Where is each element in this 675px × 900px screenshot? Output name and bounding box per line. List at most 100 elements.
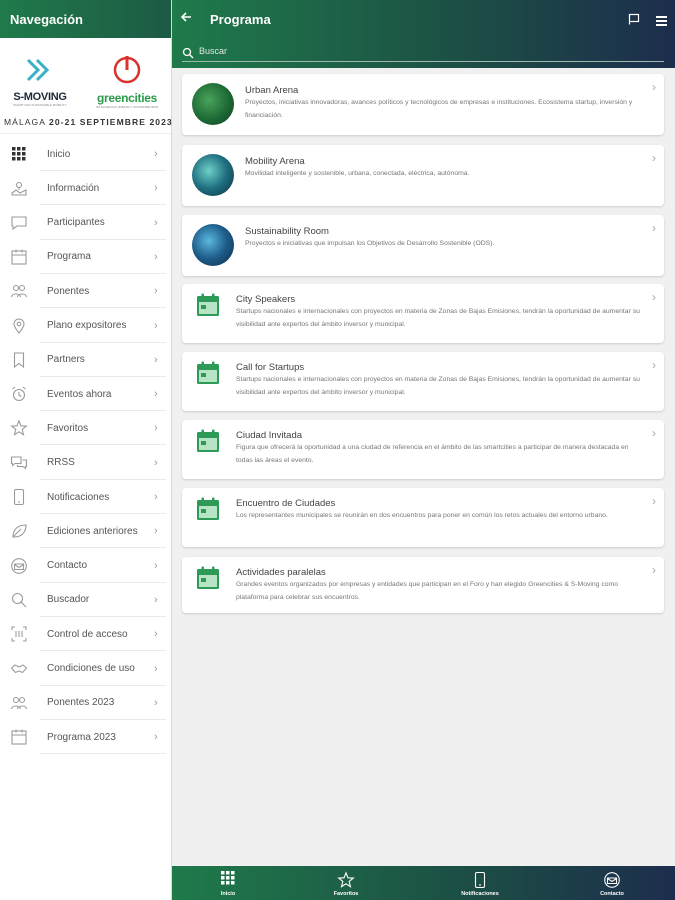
navigation-drawer: Navegación S-MOVING SMART AND SUSTAINABL… bbox=[0, 0, 172, 900]
event-dates: 20-21 SEPTIEMBRE 2023 bbox=[49, 117, 173, 127]
greencities-tagline: INTELIGENCIA URBANA Y SOSTENIBILIDAD bbox=[95, 105, 159, 109]
sidebar-item-plano-expositores[interactable]: Plano expositores › bbox=[0, 309, 170, 343]
grid-icon bbox=[218, 871, 238, 889]
bottom-navigation: Inicio Favoritos Notificaciones Contacto bbox=[172, 866, 675, 900]
sidebar-item-ediciones-anteriores[interactable]: Ediciones anteriores › bbox=[0, 514, 170, 549]
chevron-right-icon: › bbox=[154, 593, 158, 606]
sidebar-item-programa[interactable]: Programa › bbox=[0, 240, 170, 274]
sidebar-item-notificaciones[interactable]: Notificaciones › bbox=[0, 480, 170, 514]
people-icon bbox=[9, 693, 29, 713]
chevron-right-icon: › bbox=[154, 559, 158, 572]
event-date: MÁLAGA 20-21 SEPTIEMBRE 2023 bbox=[4, 117, 173, 127]
chevron-right-icon: › bbox=[154, 285, 158, 298]
grid-icon bbox=[9, 144, 29, 164]
sidebar-item-participantes[interactable]: Participantes › bbox=[0, 206, 170, 240]
location-pin-icon bbox=[9, 316, 29, 336]
sidebar-item-label: Inicio bbox=[47, 148, 71, 160]
mail-icon bbox=[602, 871, 622, 889]
search-input[interactable] bbox=[199, 46, 659, 56]
bottom-nav-notificaciones[interactable]: Notificaciones bbox=[430, 866, 530, 900]
search-bar[interactable] bbox=[182, 44, 664, 62]
bottom-nav-label: Inicio bbox=[220, 891, 236, 897]
calendar-icon bbox=[9, 247, 29, 267]
card-title: Call for Startups bbox=[236, 362, 305, 373]
chevron-right-icon: › bbox=[154, 216, 158, 229]
card-title: Sustainability Room bbox=[245, 226, 329, 237]
phone-icon bbox=[9, 487, 29, 507]
sidebar-item-control-de-acceso[interactable]: Control de acceso › bbox=[0, 617, 170, 652]
chevron-right-icon: › bbox=[652, 426, 656, 440]
program-card[interactable]: Encuentro de Ciudades Los representantes … bbox=[182, 488, 664, 547]
chevron-right-icon: › bbox=[154, 696, 158, 709]
sidebar-item-label: Programa 2023 bbox=[47, 731, 116, 743]
program-card[interactable]: Mobility Arena Movilidad inteligente y so… bbox=[182, 145, 664, 206]
card-description: Proyectos e iniciativas que impulsan los… bbox=[245, 240, 495, 247]
sidebar-item-informacion[interactable]: Información › bbox=[0, 171, 170, 206]
bottom-nav-inicio[interactable]: Inicio bbox=[178, 866, 278, 900]
bottom-nav-contacto[interactable]: Contacto bbox=[562, 866, 662, 900]
sidebar-item-label: Favoritos bbox=[47, 422, 89, 434]
sidebar-item-contacto[interactable]: Contacto › bbox=[0, 549, 170, 583]
card-description: Proyectos, iniciativas innovadoras, avan… bbox=[245, 99, 633, 119]
sidebar-item-buscador[interactable]: Buscador › bbox=[0, 583, 170, 617]
chevron-right-icon: › bbox=[154, 525, 158, 538]
greencities-logo-text: greencities bbox=[96, 91, 158, 105]
smoving-chevrons-icon bbox=[26, 58, 50, 82]
program-list: Urban Arena Proyectos, iniciativas innova… bbox=[172, 68, 675, 866]
program-card[interactable]: City Speakers Startups nacionales e inter… bbox=[182, 284, 664, 343]
menu-icon[interactable] bbox=[656, 13, 667, 31]
sidebar-item-label: Partners bbox=[47, 354, 85, 366]
sidebar-item-label: Ponentes 2023 bbox=[47, 697, 115, 709]
chats-icon bbox=[9, 453, 29, 473]
sidebar-item-label: Plano expositores bbox=[47, 320, 127, 331]
program-card[interactable]: Sustainability Room Proyectos e iniciativ… bbox=[182, 215, 664, 276]
search-icon bbox=[9, 590, 29, 610]
sidebar-item-programa-2023[interactable]: Programa 2023 › bbox=[0, 720, 170, 755]
bottom-nav-label: Contacto bbox=[600, 891, 624, 897]
sidebar-item-label: Control de acceso bbox=[47, 628, 128, 640]
card-thumbnail bbox=[192, 224, 234, 266]
bookmark-icon bbox=[9, 350, 29, 370]
sidebar-item-eventos-ahora[interactable]: Eventos ahora › bbox=[0, 377, 170, 412]
calendar-icon bbox=[196, 361, 220, 390]
qr-scan-icon bbox=[9, 624, 29, 644]
bottom-nav-label: Favoritos bbox=[333, 891, 359, 897]
chevron-right-icon: › bbox=[652, 358, 656, 372]
chevron-right-icon: › bbox=[154, 388, 158, 401]
sidebar-item-partners[interactable]: Partners › bbox=[0, 343, 170, 377]
calendar-icon bbox=[196, 429, 220, 458]
sidebar-item-ponentes[interactable]: Ponentes › bbox=[0, 274, 170, 309]
program-card[interactable]: Actividades paralelas Grandes eventos org… bbox=[182, 557, 664, 613]
card-title: Mobility Arena bbox=[245, 156, 305, 167]
sidebar-item-favoritos[interactable]: Favoritos › bbox=[0, 411, 170, 446]
top-app-bar: Programa bbox=[172, 0, 675, 68]
calendar-icon bbox=[196, 497, 220, 526]
card-thumbnail bbox=[192, 154, 234, 196]
smoving-logo-text: S-MOVING bbox=[13, 91, 67, 103]
card-thumbnail bbox=[192, 83, 234, 125]
program-card[interactable]: Call for Startups Startups nacionales e i… bbox=[182, 352, 664, 411]
chevron-right-icon: › bbox=[652, 563, 656, 577]
sidebar-item-condiciones-de-uso[interactable]: Condiciones de uso › bbox=[0, 652, 170, 686]
chevron-right-icon: › bbox=[652, 151, 656, 165]
sidebar-item-label: Buscador bbox=[47, 594, 90, 606]
flag-icon[interactable] bbox=[628, 12, 640, 30]
chevron-right-icon: › bbox=[652, 221, 656, 235]
sidebar-item-label: Condiciones de uso bbox=[47, 663, 135, 674]
program-card[interactable]: Ciudad Invitada Figura que ofrecerá la op… bbox=[182, 420, 664, 479]
sidebar-item-inicio[interactable]: Inicio › bbox=[0, 137, 170, 171]
chevron-right-icon: › bbox=[154, 319, 158, 332]
bottom-nav-favoritos[interactable]: Favoritos bbox=[296, 866, 396, 900]
phone-icon bbox=[470, 871, 490, 889]
back-arrow-icon[interactable] bbox=[180, 10, 192, 26]
sidebar-item-rrss[interactable]: RRSS › bbox=[0, 446, 170, 480]
sidebar-item-label: Programa bbox=[47, 251, 91, 263]
chevron-right-icon: › bbox=[154, 250, 158, 263]
chevron-right-icon: › bbox=[154, 456, 158, 469]
sidebar-item-label: Participantes bbox=[47, 217, 105, 229]
program-card[interactable]: Urban Arena Proyectos, iniciativas innova… bbox=[182, 74, 664, 135]
star-icon bbox=[336, 871, 356, 889]
card-title: Actividades paralelas bbox=[236, 567, 326, 578]
leaf-icon bbox=[9, 521, 29, 541]
sidebar-item-ponentes-2023[interactable]: Ponentes 2023 › bbox=[0, 686, 170, 720]
